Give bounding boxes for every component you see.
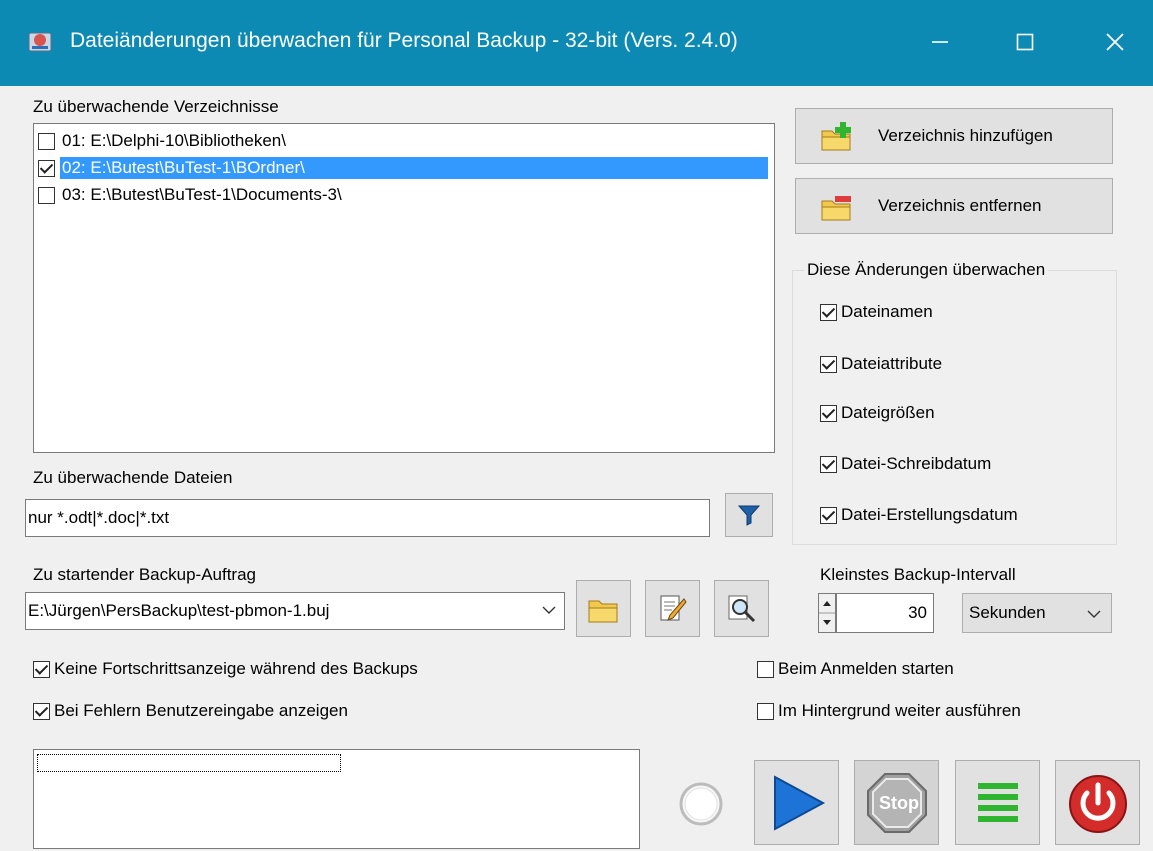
option-show-errors-label: Bei Fehlern Benutzereingabe anzeigen	[54, 701, 348, 720]
edit-icon	[660, 595, 687, 621]
option-creation-date[interactable]: Datei-Erstellungsdatum	[820, 505, 1018, 525]
play-icon	[773, 774, 825, 831]
checkbox[interactable]	[33, 660, 50, 678]
interval-unit-value: Sekunden	[969, 603, 1046, 622]
add-directory-label: Verzeichnis hinzufügen	[878, 126, 1053, 145]
job-label: Zu startender Backup-Auftrag	[33, 565, 257, 584]
list-item[interactable]: 03: E:\Butest\BuTest-1\Documents-3\	[38, 184, 344, 206]
close-button[interactable]	[1085, 16, 1145, 68]
list-item-checkbox[interactable]	[38, 132, 55, 150]
chevron-down-icon	[542, 606, 556, 614]
start-button[interactable]	[754, 760, 839, 845]
option-background[interactable]: Im Hintergrund weiter ausführen	[757, 701, 1021, 721]
changes-group-title: Diese Änderungen überwachen	[804, 260, 1049, 280]
exit-button[interactable]	[1055, 760, 1140, 845]
open-job-button[interactable]	[576, 580, 631, 637]
window-title: Dateiänderungen überwachen für Personal …	[70, 29, 738, 52]
main-window: Dateiänderungen überwachen für Personal …	[0, 0, 1153, 851]
list-item-checkbox[interactable]	[38, 159, 55, 177]
list-item-label: 02: E:\Butest\BuTest-1\BOrdner\	[60, 157, 768, 179]
app-icon	[28, 32, 52, 52]
view-job-button[interactable]	[714, 580, 769, 637]
file-mask-input[interactable]: nur *.odt|*.doc|*.txt	[25, 499, 710, 537]
option-start-on-login-label: Beim Anmelden starten	[778, 659, 954, 678]
checkbox[interactable]	[820, 455, 837, 473]
option-show-errors[interactable]: Bei Fehlern Benutzereingabe anzeigen	[33, 701, 348, 721]
option-start-on-login[interactable]: Beim Anmelden starten	[757, 659, 954, 679]
stop-button[interactable]: Stop	[854, 760, 939, 845]
add-directory-button[interactable]: Verzeichnis hinzufügen	[795, 108, 1113, 164]
minimize-button[interactable]	[910, 16, 970, 68]
title-bar: Dateiänderungen überwachen für Personal …	[0, 0, 1153, 86]
power-icon	[1068, 774, 1127, 833]
focus-rectangle	[37, 754, 341, 772]
log-button[interactable]	[955, 760, 1040, 845]
remove-directory-label: Verzeichnis entfernen	[878, 196, 1042, 215]
option-attributes-label: Dateiattribute	[841, 354, 943, 373]
interval-unit-select[interactable]: Sekunden	[962, 593, 1112, 633]
files-label: Zu überwachende Dateien	[33, 468, 233, 487]
search-icon	[728, 595, 755, 622]
list-item-checkbox[interactable]	[38, 186, 55, 204]
option-attributes[interactable]: Dateiattribute	[820, 354, 942, 374]
close-icon	[1106, 33, 1124, 51]
option-no-progress-label: Keine Fortschrittsanzeige während des Ba…	[54, 659, 418, 678]
stop-label: Stop	[879, 793, 919, 813]
status-indicator-icon	[679, 782, 723, 826]
edit-job-button[interactable]	[645, 580, 700, 637]
option-creation-date-label: Datei-Erstellungsdatum	[841, 505, 1018, 524]
spinner-arrows-icon	[819, 601, 835, 625]
option-filenames[interactable]: Dateinamen	[820, 302, 933, 322]
interval-label: Kleinstes Backup-Intervall	[820, 565, 1016, 584]
folder-open-icon	[588, 600, 617, 622]
option-background-label: Im Hintergrund weiter ausführen	[778, 701, 1021, 720]
list-item-label: 03: E:\Butest\BuTest-1\Documents-3\	[62, 185, 342, 204]
list-icon	[977, 782, 1018, 822]
checkbox[interactable]	[757, 702, 774, 720]
option-filenames-label: Dateinamen	[841, 302, 933, 321]
folder-add-icon	[821, 122, 851, 151]
chevron-down-icon	[1087, 610, 1101, 618]
directories-list[interactable]: 01: E:\Delphi-10\Bibliotheken\ 02: E:\Bu…	[33, 123, 775, 453]
checkbox[interactable]	[820, 404, 837, 422]
option-write-date[interactable]: Datei-Schreibdatum	[820, 454, 991, 474]
maximize-button[interactable]	[995, 16, 1055, 68]
list-item-label: 01: E:\Delphi-10\Bibliotheken\	[62, 131, 286, 150]
interval-spinner[interactable]	[818, 593, 836, 633]
option-sizes-label: Dateigrößen	[841, 403, 935, 422]
status-log[interactable]	[33, 749, 640, 849]
checkbox[interactable]	[820, 303, 837, 321]
minimize-icon	[932, 41, 948, 43]
job-select-value: E:\Jürgen\PersBackup\test-pbmon-1.buj	[28, 601, 330, 620]
checkbox[interactable]	[757, 660, 774, 678]
directories-label: Zu überwachende Verzeichnisse	[33, 97, 279, 116]
filter-button[interactable]	[725, 493, 773, 537]
folder-remove-icon	[821, 196, 851, 221]
maximize-icon	[1016, 33, 1034, 51]
filter-icon	[737, 505, 761, 526]
remove-directory-button[interactable]: Verzeichnis entfernen	[795, 178, 1113, 234]
list-item[interactable]: 02: E:\Butest\BuTest-1\BOrdner\	[38, 157, 768, 179]
job-select[interactable]: E:\Jürgen\PersBackup\test-pbmon-1.buj	[25, 592, 565, 630]
checkbox[interactable]	[820, 355, 837, 373]
option-write-date-label: Datei-Schreibdatum	[841, 454, 992, 473]
checkbox[interactable]	[820, 506, 837, 524]
option-no-progress[interactable]: Keine Fortschrittsanzeige während des Ba…	[33, 659, 418, 679]
option-sizes[interactable]: Dateigrößen	[820, 403, 935, 423]
list-item[interactable]: 01: E:\Delphi-10\Bibliotheken\	[38, 130, 288, 152]
interval-input[interactable]: 30	[836, 593, 934, 633]
checkbox[interactable]	[33, 702, 50, 720]
